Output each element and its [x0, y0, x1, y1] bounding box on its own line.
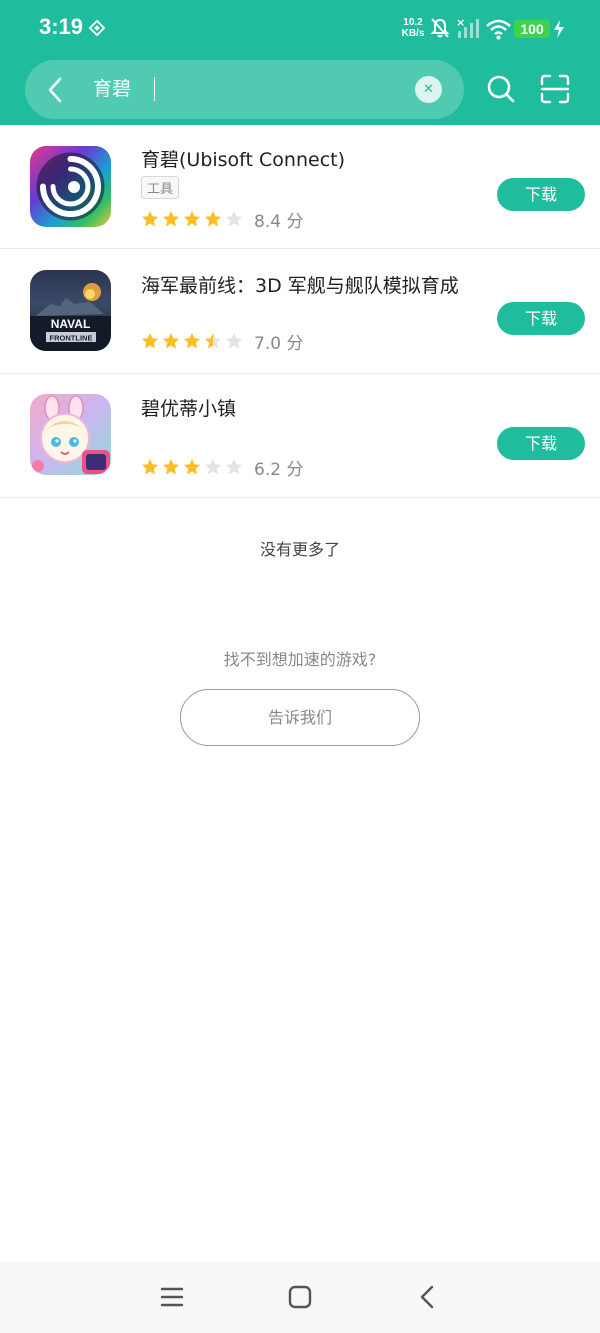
- rating: 8.4 分: [141, 209, 304, 232]
- download-button[interactable]: 下载: [497, 302, 585, 335]
- score-text: 8.4 分: [254, 211, 304, 232]
- app-name[interactable]: 海军最前线：3D 军舰与舰队模拟育成: [141, 271, 459, 298]
- download-button[interactable]: 下载: [497, 427, 585, 460]
- clear-search-button[interactable]: ✕: [415, 76, 442, 103]
- star-rating-icons: [141, 332, 246, 350]
- list-item[interactable]: NAVAL FRONTLINE 海军最前线：3D 军舰与舰队模拟育成 7.0 分…: [0, 249, 600, 374]
- star-filled-icon: [184, 459, 200, 475]
- network-speed-unit: KB/s: [401, 28, 425, 39]
- star-filled-icon: [142, 211, 158, 227]
- rating: 7.0 分: [141, 331, 304, 354]
- category-tag: 工具: [141, 176, 180, 199]
- menu-icon[interactable]: [159, 1284, 185, 1310]
- app-name[interactable]: 育碧(Ubisoft Connect): [141, 145, 345, 172]
- score-text: 6.2 分: [254, 459, 304, 480]
- battery-indicator: 100: [514, 20, 550, 38]
- anime-character-artwork: [32, 395, 110, 474]
- close-icon: ✕: [423, 82, 434, 97]
- search-bar: ✕: [25, 60, 464, 119]
- home-icon[interactable]: [287, 1284, 313, 1310]
- text-caret: [154, 77, 155, 101]
- frontline-logo-text: FRONTLINE: [50, 334, 93, 343]
- back-icon[interactable]: [415, 1284, 441, 1310]
- score-text: 7.0 分: [254, 333, 304, 354]
- warship-artwork: NAVAL FRONTLINE: [30, 283, 111, 351]
- star-filled-icon: [184, 211, 200, 227]
- header: 3:19 10.2 KB/s × 100 育碧 ✕: [0, 0, 600, 125]
- scan-icon[interactable]: [540, 74, 570, 104]
- naval-logo-text: NAVAL: [51, 317, 91, 331]
- svg-text:×: ×: [456, 17, 465, 29]
- network-speed: 10.2 KB/s: [398, 17, 428, 39]
- search-input[interactable]: [93, 76, 393, 98]
- star-empty-icon: [205, 459, 221, 475]
- bud-town-icon: [30, 394, 111, 475]
- rating: 6.2 分: [141, 457, 304, 480]
- ubisoft-icon: [30, 146, 111, 227]
- star-rating-icons: [141, 210, 246, 228]
- vpn-icon: [88, 19, 106, 37]
- system-nav-bar: [0, 1262, 600, 1333]
- star-filled-icon: [142, 459, 158, 475]
- star-rating-icons: [141, 458, 246, 476]
- star-half-icon: [205, 333, 221, 349]
- download-button[interactable]: 下载: [497, 178, 585, 211]
- star-filled-icon: [205, 211, 221, 227]
- ubisoft-swirl-logo: [36, 152, 105, 221]
- tell-us-button[interactable]: 告诉我们: [180, 689, 420, 746]
- status-time: 3:19: [39, 14, 84, 39]
- star-empty-icon: [226, 333, 242, 349]
- star-empty-icon: [226, 211, 242, 227]
- star-filled-icon: [163, 211, 179, 227]
- list-item[interactable]: 育碧(Ubisoft Connect) 工具 8.4 分 下载: [0, 125, 600, 249]
- naval-frontline-icon: NAVAL FRONTLINE: [30, 270, 111, 351]
- list-item[interactable]: 碧优蒂小镇 6.2 分 下载: [0, 374, 600, 498]
- star-filled-icon: [142, 333, 158, 349]
- app-name[interactable]: 碧优蒂小镇: [141, 394, 236, 421]
- network-speed-value: 10.2: [403, 17, 423, 28]
- star-empty-icon: [226, 459, 242, 475]
- star-filled-icon: [163, 459, 179, 475]
- star-filled-icon: [184, 333, 200, 349]
- no-more-results-text: 没有更多了: [259, 540, 340, 559]
- star-filled-icon: [163, 333, 179, 349]
- status-bar: 3:19 10.2 KB/s × 100: [0, 0, 600, 58]
- back-arrow-icon[interactable]: [45, 77, 67, 103]
- wifi-icon: [486, 19, 511, 40]
- search-icon[interactable]: [486, 74, 516, 104]
- mute-bell-icon: [430, 18, 450, 38]
- charging-icon: [554, 20, 564, 38]
- not-found-hint: 找不到想加速的游戏?: [223, 650, 377, 669]
- no-signal-icon: ×: [456, 17, 479, 38]
